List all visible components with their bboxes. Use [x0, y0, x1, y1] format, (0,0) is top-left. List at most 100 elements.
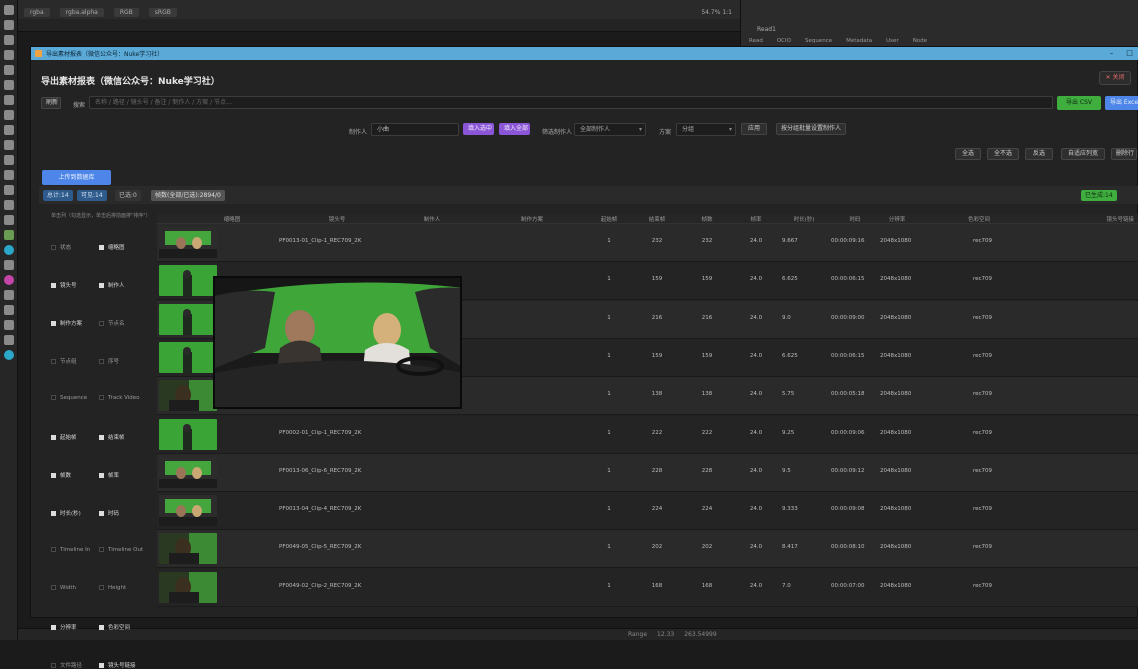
maker-input[interactable]: 小曲: [371, 123, 459, 136]
tab-read[interactable]: Read: [749, 38, 763, 44]
furnace-icon[interactable]: [4, 275, 14, 285]
tab-metadata[interactable]: Metadata: [846, 38, 872, 44]
column-toggle[interactable]: 镜头号链接: [99, 661, 136, 669]
upload-database-button[interactable]: 上传到数据库: [42, 170, 111, 185]
table-row[interactable]: PF0013-06_Clip-6_REC709_2K 1 228 228 24.0 9.5…: [157, 453, 1138, 492]
filter-select[interactable]: 全部制作人 ▾: [574, 123, 646, 136]
column-toggle[interactable]: Timeline In: [51, 547, 90, 553]
column-header[interactable]: 帧率: [750, 215, 761, 223]
merge-icon[interactable]: [4, 110, 14, 120]
thumbnail-image[interactable]: [159, 341, 217, 373]
column-toggle[interactable]: Sequence: [51, 395, 87, 401]
column-toggle[interactable]: 帧率: [99, 471, 119, 479]
thumbnail-image[interactable]: [159, 265, 217, 297]
column-toggle[interactable]: 帧数: [51, 471, 71, 479]
thumbnail-image[interactable]: [159, 380, 217, 412]
toolsets-icon[interactable]: [4, 305, 14, 315]
column-toggle[interactable]: 结束帧: [99, 433, 125, 441]
column-header[interactable]: 制作方案: [521, 215, 543, 223]
column-toggle[interactable]: 色彩空间: [99, 623, 130, 631]
channel-select[interactable]: rgba: [24, 7, 50, 17]
color-icon[interactable]: [4, 65, 14, 75]
tab-node[interactable]: Node: [913, 38, 927, 44]
export-excel-button[interactable]: 导出 Excel: [1105, 96, 1138, 110]
column-toggle[interactable]: 序号: [99, 357, 119, 365]
range-end[interactable]: 263.54999: [684, 631, 716, 638]
tab-user[interactable]: User: [886, 38, 899, 44]
column-header[interactable]: 缩略图: [224, 215, 241, 223]
apply-all-button[interactable]: 填入全部: [499, 123, 530, 135]
table-row[interactable]: PF0049-02_Clip-2_REC709_2K 1 168 168 24.0 7.0…: [157, 568, 1138, 607]
metadata-icon[interactable]: [4, 170, 14, 180]
window-titlebar[interactable]: 导出素材报表（微信公众号：Nuke学习社） – □: [31, 47, 1138, 60]
column-header[interactable]: 分辨率: [889, 215, 906, 223]
export-csv-button[interactable]: 导出 CSV: [1057, 96, 1101, 110]
column-header[interactable]: 起始帧: [601, 215, 618, 223]
apply-selected-button[interactable]: 填入选中: [463, 123, 494, 135]
column-header[interactable]: 镜头号链接: [1106, 215, 1134, 223]
column-header[interactable]: 色彩空间: [968, 215, 990, 223]
auto-column-width-button[interactable]: 自适应列宽: [1061, 148, 1105, 160]
thumbnail-image[interactable]: [159, 571, 217, 603]
display-select[interactable]: RGB: [113, 7, 139, 17]
python-icon[interactable]: [4, 335, 14, 345]
column-header[interactable]: 结束帧: [649, 215, 666, 223]
column-toggle[interactable]: Timeline Out: [99, 547, 143, 553]
table-row[interactable]: PF0013-01_Clip-1_REC709_2K 1 232 232 24.0 9.6…: [157, 224, 1138, 262]
column-toggle[interactable]: 时码: [99, 509, 119, 517]
table-row[interactable]: PF0002-01_Clip-1_REC709_2K 1 222 222 24.0 9.2…: [157, 415, 1138, 454]
column-toggle[interactable]: Track Video: [99, 395, 140, 401]
image-icon[interactable]: [4, 215, 14, 225]
other-icon[interactable]: [4, 260, 14, 270]
column-header[interactable]: 时长(秒): [794, 215, 815, 223]
thumbnail-image[interactable]: [159, 418, 217, 450]
custom-icon[interactable]: [4, 350, 14, 360]
column-toggle[interactable]: Width: [51, 585, 76, 591]
column-toggle[interactable]: 镜头号: [51, 281, 77, 289]
viewer-icon[interactable]: [4, 5, 14, 15]
thumbnail-image[interactable]: [159, 533, 217, 565]
maximize-icon[interactable]: □: [1125, 49, 1134, 58]
select-all-button[interactable]: 全选: [955, 148, 981, 160]
cara-icon[interactable]: [4, 290, 14, 300]
scheme-select[interactable]: 分组 ▾: [676, 123, 736, 136]
column-header[interactable]: 时码: [849, 215, 860, 223]
range-start[interactable]: 12.33: [657, 631, 674, 638]
refresh-button[interactable]: 刷新: [41, 97, 61, 109]
gizmo-icon[interactable]: [4, 230, 14, 240]
thumbnail-image[interactable]: [159, 495, 217, 527]
column-header[interactable]: 制作人: [424, 215, 441, 223]
misc-icon[interactable]: [4, 320, 14, 330]
colorspace-select[interactable]: sRGB: [148, 7, 177, 17]
table-row[interactable]: PF0013-04_Clip-4_REC709_2K 1 224 224 24.0 9.3…: [157, 492, 1138, 531]
3d-icon[interactable]: [4, 140, 14, 150]
transform-icon[interactable]: [4, 125, 14, 135]
column-header[interactable]: 镜头号: [329, 215, 346, 223]
filter-icon[interactable]: [4, 80, 14, 90]
thumbnail-image[interactable]: [159, 303, 217, 335]
plugin-icon[interactable]: [4, 245, 14, 255]
apply-button[interactable]: 应用: [741, 123, 767, 135]
column-toggle[interactable]: 起始帧: [51, 433, 77, 441]
keyer-icon[interactable]: [4, 95, 14, 105]
thumbnail-image[interactable]: [159, 227, 217, 258]
alpha-select[interactable]: rgba.alpha: [59, 7, 104, 17]
zoom-readout[interactable]: 54.7% 1:1: [701, 9, 732, 16]
minimize-icon[interactable]: –: [1107, 49, 1116, 58]
column-toggle[interactable]: 缩略图: [99, 243, 125, 251]
column-toggle[interactable]: 节点组: [51, 357, 77, 365]
column-toggle[interactable]: 制作方案: [51, 319, 82, 327]
delete-row-button[interactable]: 删除行: [1111, 148, 1137, 160]
column-toggle[interactable]: 状态: [51, 243, 71, 251]
column-toggle[interactable]: 时长(秒): [51, 509, 81, 517]
particles-icon[interactable]: [4, 185, 14, 195]
tab-sequence[interactable]: Sequence: [805, 38, 832, 44]
column-header[interactable]: 帧数: [701, 215, 712, 223]
column-toggle[interactable]: 节点名: [99, 319, 125, 327]
close-button[interactable]: ✕ 关闭: [1099, 71, 1131, 85]
column-toggle[interactable]: 分辨率: [51, 623, 77, 631]
column-toggle[interactable]: 制作人: [99, 281, 125, 289]
column-toggle[interactable]: Height: [99, 585, 126, 591]
views-icon[interactable]: [4, 155, 14, 165]
group-assign-button[interactable]: 按分组批量设置制作人: [776, 123, 846, 135]
